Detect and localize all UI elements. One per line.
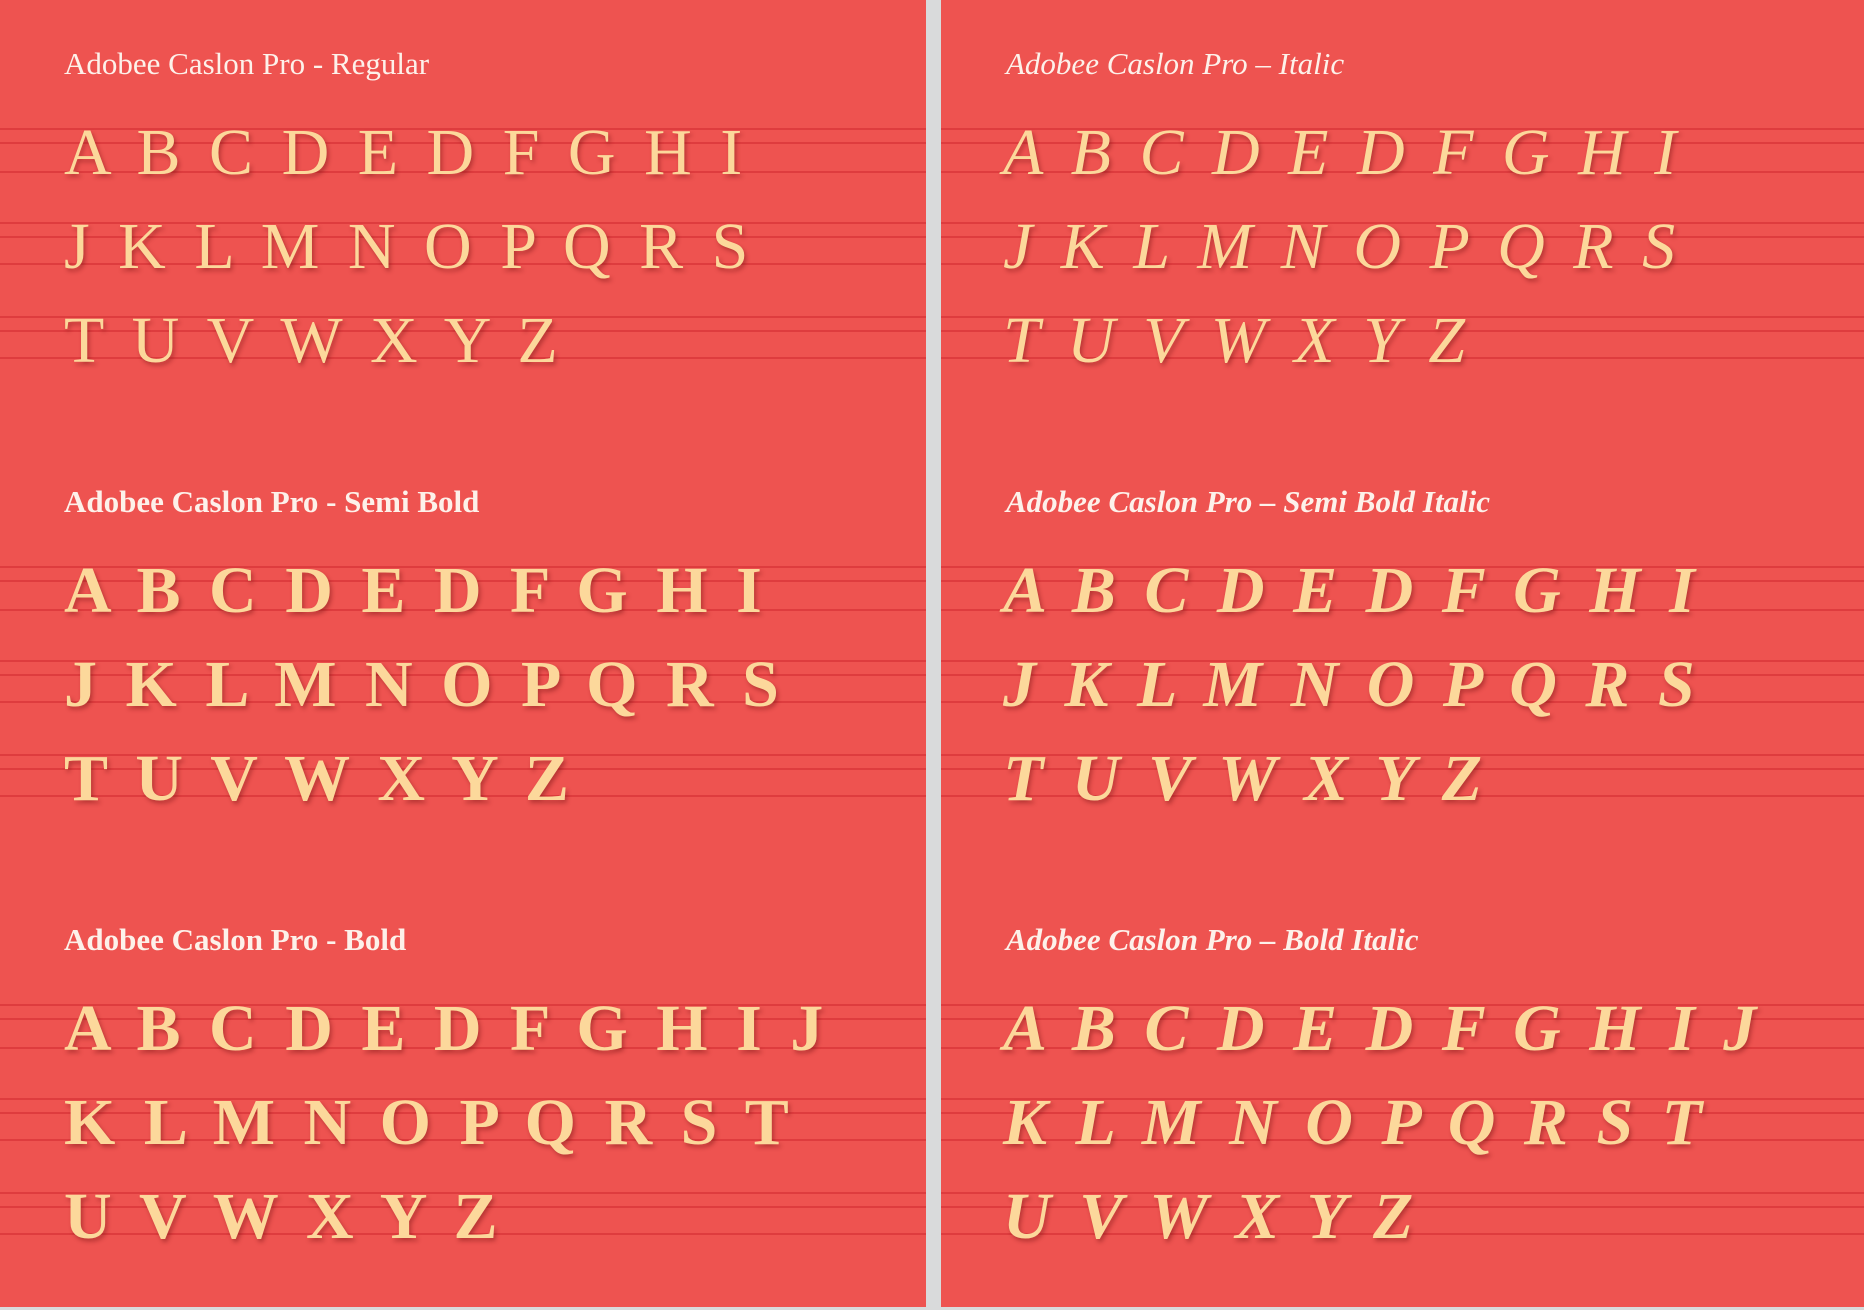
glyph-row: A B C D E D F G H I [64,116,743,189]
glyph-row: T U V W X Y Z [64,304,558,377]
section-title: Adobee Caslon Pro - Bold [64,922,407,957]
glyph-row: A B C D E D F G H I J [64,992,824,1065]
section-title: Adobee Caslon Pro – Italic [1006,46,1345,81]
glyph-row: J K L M N O P Q R S [64,210,749,283]
glyph-row: A B C D E D F G H I [64,554,762,627]
specimen-page-italic: Adobee Caslon Pro – Italic A B C D E D F… [941,0,1864,1310]
glyph-row: A B C D E D F G H I J [1003,992,1757,1065]
glyph-row: J K L M N O P Q R S [1003,210,1676,283]
section-title: Adobee Caslon Pro - Regular [64,46,430,81]
glyph-row: J K L M N O P Q R S [1003,648,1695,721]
glyph-row: U V W X Y Z [1003,1180,1414,1253]
glyph-row: A B C D E D F G H I [1003,554,1695,627]
glyph-row: K L M N O P Q R S T [64,1086,789,1159]
section-title: Adobee Caslon Pro – Bold Italic [1006,922,1419,957]
glyph-row: J K L M N O P Q R S [64,648,779,721]
glyph-row: T U V W X Y Z [1003,742,1483,815]
section-title: Adobee Caslon Pro - Semi Bold [64,484,480,519]
glyph-row: A B C D E D F G H I [1003,116,1677,189]
glyph-row: T U V W X Y Z [64,742,569,815]
glyph-row: U V W X Y Z [64,1180,498,1253]
specimen-page-upright: Adobee Caslon Pro - Regular A B C D E D … [0,0,926,1310]
glyph-row: K L M N O P Q R S T [1003,1086,1702,1159]
section-title: Adobee Caslon Pro – Semi Bold Italic [1006,484,1490,519]
glyph-row: T U V W X Y Z [1003,304,1466,377]
page-gutter [926,0,941,1310]
